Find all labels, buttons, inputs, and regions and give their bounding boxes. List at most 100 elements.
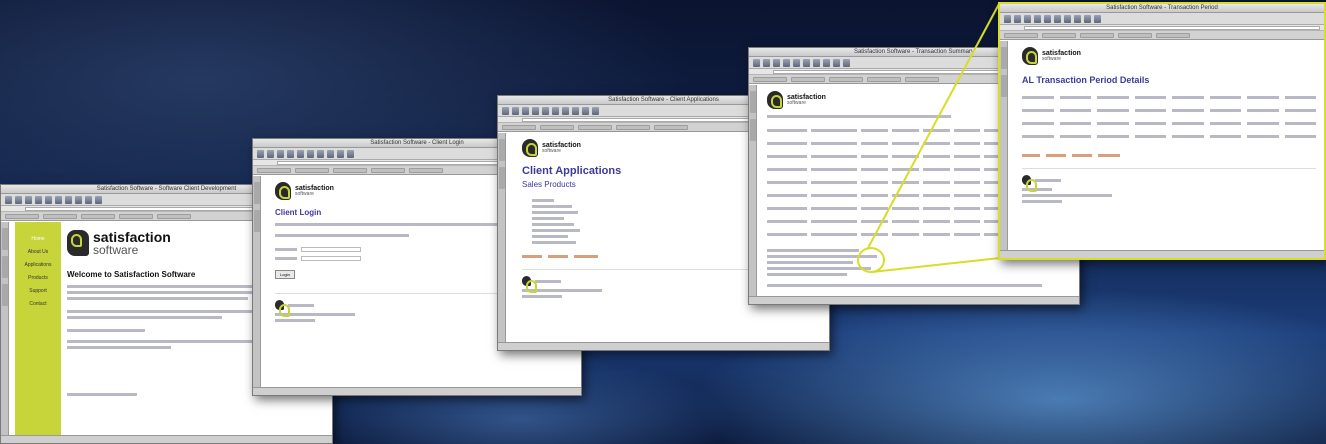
refresh-button[interactable]: [35, 195, 42, 204]
favorite-link[interactable]: [1118, 32, 1152, 38]
stop-button[interactable]: [25, 195, 32, 204]
favorite-link[interactable]: [867, 76, 901, 82]
favorite-link[interactable]: [1080, 32, 1114, 38]
back-button[interactable]: [753, 58, 760, 67]
home-button[interactable]: [1044, 14, 1051, 23]
home-button[interactable]: [542, 106, 549, 115]
print-button[interactable]: [833, 58, 840, 67]
mail-button[interactable]: [1094, 14, 1101, 23]
favorite-link[interactable]: [654, 124, 688, 130]
favorite-link[interactable]: [502, 124, 536, 130]
favorite-link[interactable]: [1156, 32, 1190, 38]
forward-button[interactable]: [512, 106, 519, 115]
nav-item-products[interactable]: Products: [15, 275, 61, 281]
list-item[interactable]: [532, 235, 568, 238]
side-tab[interactable]: [254, 182, 260, 204]
back-button[interactable]: [502, 106, 509, 115]
forward-button[interactable]: [763, 58, 770, 67]
refresh-button[interactable]: [783, 58, 790, 67]
search-button[interactable]: [307, 149, 314, 158]
list-item[interactable]: [532, 241, 576, 244]
nav-item-applications[interactable]: Applications: [15, 262, 61, 268]
favorites-button[interactable]: [317, 149, 324, 158]
refresh-button[interactable]: [532, 106, 539, 115]
search-button[interactable]: [803, 58, 810, 67]
list-item[interactable]: [532, 199, 554, 202]
stop-button[interactable]: [773, 58, 780, 67]
back-button[interactable]: [257, 149, 264, 158]
favorite-link[interactable]: [409, 167, 443, 173]
action-link[interactable]: [1046, 154, 1066, 157]
favorite-link[interactable]: [1042, 32, 1076, 38]
mail-button[interactable]: [95, 195, 102, 204]
login-button[interactable]: Login: [275, 270, 295, 279]
print-button[interactable]: [337, 149, 344, 158]
side-tab[interactable]: [499, 167, 505, 189]
refresh-button[interactable]: [1034, 14, 1041, 23]
favorite-link[interactable]: [829, 76, 863, 82]
mail-button[interactable]: [843, 58, 850, 67]
side-tab[interactable]: [2, 256, 8, 278]
stop-button[interactable]: [1024, 14, 1031, 23]
action-link[interactable]: [574, 255, 598, 258]
action-link[interactable]: [548, 255, 568, 258]
favorite-link[interactable]: [540, 124, 574, 130]
favorites-button[interactable]: [562, 106, 569, 115]
nav-item-contact[interactable]: Contact: [15, 301, 61, 307]
favorite-link[interactable]: [5, 213, 39, 219]
history-button[interactable]: [823, 58, 830, 67]
side-tab[interactable]: [750, 91, 756, 113]
favorite-link[interactable]: [616, 124, 650, 130]
favorite-link[interactable]: [1004, 32, 1038, 38]
list-item[interactable]: [532, 211, 578, 214]
home-button[interactable]: [793, 58, 800, 67]
back-button[interactable]: [1004, 14, 1011, 23]
action-link[interactable]: [522, 255, 542, 258]
refresh-button[interactable]: [287, 149, 294, 158]
side-tab[interactable]: [2, 284, 8, 306]
side-tab[interactable]: [499, 139, 505, 161]
favorite-link[interactable]: [905, 76, 939, 82]
search-button[interactable]: [1054, 14, 1061, 23]
favorite-link[interactable]: [371, 167, 405, 173]
favorites-button[interactable]: [813, 58, 820, 67]
action-link[interactable]: [1098, 154, 1120, 157]
forward-button[interactable]: [267, 149, 274, 158]
print-button[interactable]: [582, 106, 589, 115]
back-button[interactable]: [5, 195, 12, 204]
print-button[interactable]: [1084, 14, 1091, 23]
side-tab[interactable]: [750, 119, 756, 141]
side-tab[interactable]: [1001, 75, 1007, 97]
home-button[interactable]: [45, 195, 52, 204]
stop-button[interactable]: [277, 149, 284, 158]
favorite-link[interactable]: [157, 213, 191, 219]
favorite-link[interactable]: [81, 213, 115, 219]
print-button[interactable]: [85, 195, 92, 204]
history-button[interactable]: [75, 195, 82, 204]
mail-button[interactable]: [347, 149, 354, 158]
history-button[interactable]: [1074, 14, 1081, 23]
history-button[interactable]: [572, 106, 579, 115]
side-tab[interactable]: [2, 228, 8, 250]
nav-item-home[interactable]: Home: [15, 236, 61, 242]
favorite-link[interactable]: [791, 76, 825, 82]
nav-item-about[interactable]: About Us: [15, 249, 61, 255]
browser-window-detail[interactable]: Satisfaction Software - Transaction Peri…: [998, 2, 1326, 260]
forward-button[interactable]: [1014, 14, 1021, 23]
favorite-link[interactable]: [578, 124, 612, 130]
action-link[interactable]: [1022, 154, 1040, 157]
home-button[interactable]: [297, 149, 304, 158]
side-tab[interactable]: [1001, 47, 1007, 69]
favorite-link[interactable]: [119, 213, 153, 219]
favorite-link[interactable]: [753, 76, 787, 82]
list-item[interactable]: [532, 205, 572, 208]
stop-button[interactable]: [522, 106, 529, 115]
favorites-button[interactable]: [1064, 14, 1071, 23]
nav-item-support[interactable]: Support: [15, 288, 61, 294]
favorites-button[interactable]: [65, 195, 72, 204]
action-link[interactable]: [1072, 154, 1092, 157]
search-button[interactable]: [55, 195, 62, 204]
favorite-link[interactable]: [333, 167, 367, 173]
list-item[interactable]: [532, 223, 574, 226]
history-button[interactable]: [327, 149, 334, 158]
